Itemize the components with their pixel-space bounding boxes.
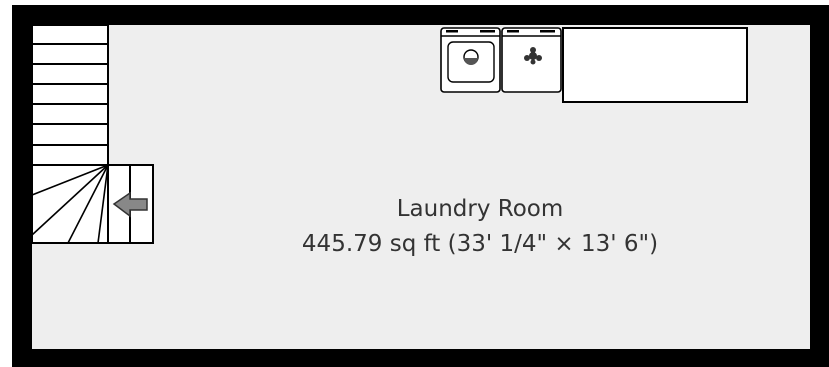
washer bbox=[440, 27, 501, 93]
room-area: 445.79 sq ft (33' 1/4" × 13' 6") bbox=[302, 231, 658, 257]
room-name: Laundry Room bbox=[397, 196, 564, 222]
floor-plan: Laundry Room 445.79 sq ft (33' 1/4" × 13… bbox=[12, 5, 829, 367]
stair-winder bbox=[31, 164, 109, 244]
dryer bbox=[501, 27, 562, 93]
counter bbox=[562, 27, 748, 103]
